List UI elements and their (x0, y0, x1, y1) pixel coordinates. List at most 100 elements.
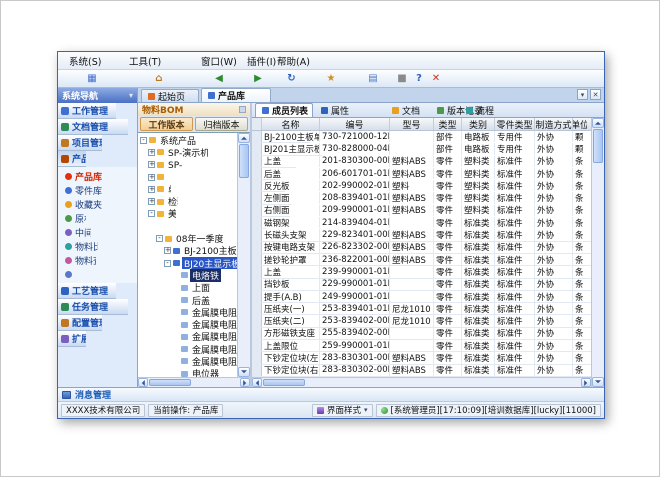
tab-workflow[interactable]: 流程 (459, 104, 492, 117)
table-row[interactable]: 左侧面 208-839401-01E 塑料ABS 零件 塑料类 标准件 外协 条 (252, 192, 292, 204)
nav-item-raw-material-library[interactable]: 原材料库 (58, 211, 86, 225)
scroll-right-icon[interactable] (581, 378, 591, 387)
nav-group-product[interactable]: 产品管理 (58, 151, 86, 167)
tab-start-page[interactable]: 起始页 (141, 89, 199, 102)
scroll-up-icon[interactable] (592, 118, 604, 128)
scroll-down-icon[interactable] (592, 377, 604, 387)
table-row[interactable]: 后盖 206-601701-01E 塑料ABS 零件 塑料类 标准件 外协 条 (252, 168, 280, 180)
column-header[interactable]: 制造方式 (535, 118, 573, 130)
nav-item-favorites[interactable]: 收藏夹 (58, 197, 102, 211)
nav-group-project[interactable]: 项目管理 (58, 135, 102, 151)
pin-icon[interactable] (239, 106, 246, 113)
tree-horizontal-scrollbar[interactable] (138, 377, 250, 387)
table-row[interactable]: BJ201主显示板 730-828000-04E 部件 电路板 专用件 外协 颗 (252, 143, 322, 155)
tree-node[interactable]: - 08年一季度 (138, 232, 237, 244)
scrollbar-thumb[interactable] (263, 379, 305, 386)
column-header[interactable]: 编号 (320, 118, 390, 130)
table-row[interactable]: 上盖限位 259-990001-01E 零件 标准类 标准件 外协 条 (252, 340, 591, 352)
tree-expander-icon[interactable] (172, 309, 179, 316)
menu-system[interactable]: 系统(S) (63, 52, 121, 70)
tree-expander-icon[interactable] (172, 370, 179, 377)
table-row[interactable]: 压纸夹(二) 253-839402-00E 尼龙1010 零件 标准类 标准件 … (252, 315, 591, 327)
column-header[interactable]: 型号 (390, 118, 434, 130)
home-icon[interactable]: ⌂ (124, 72, 194, 86)
table-row[interactable]: 挡钞板 229-990001-01E 零件 标准类 标准件 外协 条 (252, 279, 591, 291)
ui-style-selector[interactable]: 界面样式 ▾ (312, 404, 373, 417)
scrollbar-thumb[interactable] (593, 129, 603, 163)
tree-expander-icon[interactable] (172, 297, 179, 304)
tab-list-dropdown-icon[interactable]: ▾ (577, 89, 588, 100)
nav-item-middleware-library[interactable]: 中间件库 (58, 225, 91, 239)
scroll-right-icon[interactable] (240, 378, 250, 387)
menu-window[interactable]: 窗口(W) (195, 52, 239, 70)
table-row[interactable]: 下钞定位块(左) 283-830301-00E 塑料ABS 零件 标准类 标准件… (252, 352, 591, 364)
tree-node[interactable]: + 单把系列 (138, 183, 171, 195)
tree-node[interactable]: 后盖 (138, 294, 237, 306)
back-icon[interactable]: ◀ (197, 72, 241, 86)
tree-expander-icon[interactable]: - (156, 235, 163, 242)
tree-node[interactable]: - 美式系列 (138, 208, 176, 220)
tab-product-library[interactable]: 产品库 (201, 88, 271, 102)
help-icon[interactable]: ? (412, 72, 426, 86)
tree-node[interactable]: 电位器 (138, 368, 237, 377)
tree-node[interactable]: - 系统产品库 (138, 134, 196, 146)
table-row[interactable]: 方形磁铁支座 255-839402-00E 零件 标准类 标准件 外协 条 (252, 328, 591, 340)
refresh-icon[interactable]: ↻ (275, 72, 308, 86)
table-vertical-scrollbar[interactable] (591, 118, 604, 387)
table-row[interactable]: 下钞定位块(右) 283-830302-00E 塑料ABS 零件 标准类 标准件… (252, 365, 591, 377)
menu-plugin[interactable]: 插件(I) (241, 52, 269, 70)
column-header[interactable]: 类型 (434, 118, 462, 130)
tree-expander-icon[interactable] (172, 333, 179, 340)
tree-node[interactable]: 电烙铁 (138, 269, 237, 281)
tree-vertical-scrollbar[interactable] (237, 133, 250, 377)
nav-item-material-query[interactable]: 物料查询 (58, 253, 96, 267)
tree-expander-icon[interactable] (172, 284, 179, 291)
table-row[interactable]: 上盖 201-830300-00E 塑料ABS 零件 塑料类 标准件 外协 条 (252, 156, 296, 168)
nav-item-part-library[interactable]: 零件库 (58, 183, 128, 197)
tree-node[interactable]: + 检验标准 (138, 195, 178, 207)
table-row[interactable]: 搓钞轮护罩 236-822001-00E 塑料ABS 零件 标准类 标准件 外协… (252, 254, 591, 266)
menu-tools[interactable]: 工具(T) (123, 52, 193, 70)
scrollbar-thumb[interactable] (239, 144, 249, 178)
tree-expander-icon[interactable] (172, 321, 179, 328)
tree-node[interactable]: 上面 (138, 282, 237, 294)
scroll-left-icon[interactable] (138, 378, 148, 387)
tree-node[interactable]: + 08年四季度 (138, 220, 156, 232)
nav-group-config[interactable]: 配置管理 (58, 315, 102, 331)
tree-expander-icon[interactable]: + (164, 247, 171, 254)
tree-expander-icon[interactable]: - (148, 210, 155, 217)
column-header[interactable]: 名称 (262, 118, 320, 130)
tree-node[interactable]: 金属膜电阻器 (138, 355, 237, 367)
tree-node[interactable]: 金属膜电阻器 (138, 306, 237, 318)
nav-group-process[interactable]: 工艺管理 (58, 283, 116, 299)
tree-expander-icon[interactable] (172, 272, 179, 279)
tree-expander-icon[interactable]: + (148, 149, 155, 156)
tab-working-version[interactable]: 工作版本 (140, 117, 193, 131)
scroll-up-icon[interactable] (238, 133, 250, 143)
tree-expander-icon[interactable] (172, 358, 179, 365)
nav-group-extend[interactable]: 扩展功能 (58, 331, 86, 347)
favorites-icon[interactable]: ★ (311, 72, 351, 86)
lock-icon[interactable]: ■ (395, 72, 409, 86)
nav-group-task[interactable]: 任务管理 (58, 299, 128, 315)
tree-expander-icon[interactable]: + (148, 186, 155, 193)
nav-item-material-compare[interactable]: 物料比较 (58, 239, 98, 253)
tree-expander-icon[interactable]: + (148, 198, 155, 205)
nav-group-work[interactable]: 工作管理 (58, 103, 116, 119)
tab-documents[interactable]: 文档 (385, 104, 429, 117)
nav-group-document[interactable]: 文档管理 (58, 119, 128, 135)
scroll-left-icon[interactable] (252, 378, 262, 387)
table-row[interactable]: 按键电路支架 226-823302-00E 塑料ABS 零件 标准类 标准件 外… (252, 242, 591, 254)
tree-expander-icon[interactable]: - (140, 137, 147, 144)
table-horizontal-scrollbar[interactable] (252, 377, 591, 387)
table-row[interactable]: 提手(A.B) 249-990001-01E 零件 标准类 标准件 外协 条 (252, 291, 591, 303)
tree-expander-icon[interactable]: + (148, 161, 155, 168)
scroll-down-icon[interactable] (238, 367, 250, 377)
grid-icon[interactable]: ▤ (354, 72, 392, 86)
table-row[interactable]: 右侧面 209-990001-01E 塑料ABS 零件 塑料类 标准件 外协 条 (252, 205, 290, 217)
scrollbar-thumb[interactable] (149, 379, 191, 386)
column-header[interactable]: 单位 (573, 118, 587, 130)
tree-node[interactable]: 金属膜电阻器 (138, 343, 237, 355)
tree-node[interactable]: - BJ20主显示板 (138, 257, 237, 269)
table-row[interactable]: 长磁头支架 229-823401-00E 塑料ABS 零件 标准类 标准件 外协… (252, 229, 591, 241)
